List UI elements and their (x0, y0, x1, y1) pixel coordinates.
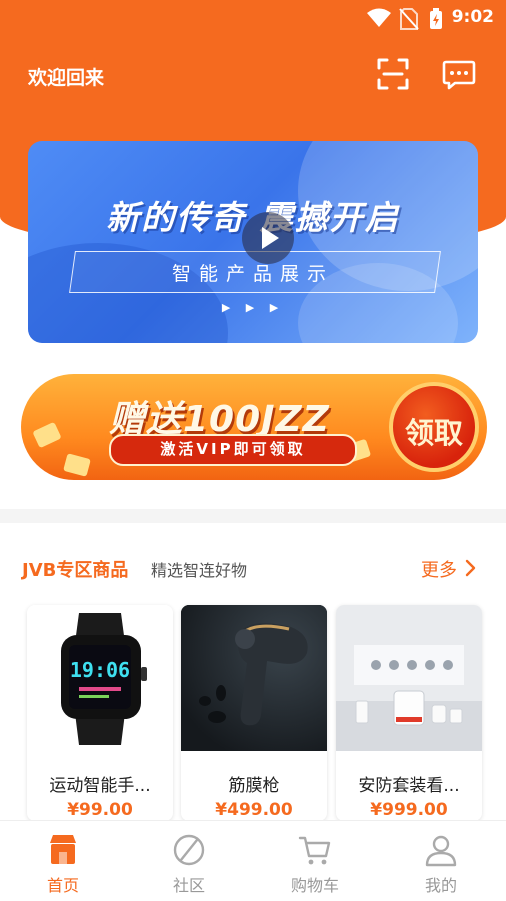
product-name: 运动智能手... (49, 776, 151, 796)
message-icon[interactable] (442, 57, 476, 91)
cart-icon (298, 836, 331, 865)
product-price: ¥499.00 (215, 800, 293, 820)
product-price: ¥99.00 (67, 800, 133, 820)
product-card[interactable]: 筋膜枪 ¥499.00 (181, 605, 327, 821)
status-bar: 9:02 (0, 0, 506, 36)
bottom-tab-bar: 首页 社区 购物车 我的 (0, 820, 506, 901)
svg-text:19:06: 19:06 (70, 658, 130, 682)
section-subtitle: 精选智连好物 (151, 561, 248, 580)
tab-label: 我的 (424, 876, 457, 895)
claim-button-label[interactable]: 领取 (389, 410, 479, 452)
product-price: ¥999.00 (370, 800, 448, 820)
coupon-decoration (63, 453, 91, 477)
product-image-smartwatch: 19:06 (27, 605, 173, 751)
home-shop-icon (50, 835, 76, 864)
tab-label: 首页 (46, 876, 79, 895)
battery-charging-icon (430, 8, 442, 29)
product-card[interactable]: 安防套装看... ¥999.00 (336, 605, 482, 821)
tab-community[interactable]: 社区 (126, 821, 252, 901)
vip-promo-banner[interactable]: 赠送100JZZ 激活VIP即可领取 领取 (21, 374, 487, 480)
more-link[interactable]: 更多 (421, 556, 457, 582)
no-sim-icon (399, 8, 419, 30)
profile-icon (425, 835, 457, 867)
tab-label: 社区 (172, 876, 205, 895)
banner-page-indicator: ▶ ▶ ▶ (221, 301, 285, 314)
product-image-massage-gun (181, 605, 327, 751)
community-icon (173, 834, 205, 866)
product-name: 安防套装看... (358, 776, 460, 796)
promo-subtitle: 激活VIP即可领取 (160, 440, 306, 458)
section-divider (0, 509, 506, 523)
product-image-security-kit (336, 605, 482, 751)
page-title: 欢迎回来 (28, 67, 105, 89)
tab-home[interactable]: 首页 (0, 821, 126, 901)
status-time: 9:02 (451, 7, 494, 27)
product-card[interactable]: 19:06 运动智能手... ¥99.00 (27, 605, 173, 821)
play-icon (262, 227, 279, 249)
coupon-decoration (32, 421, 62, 449)
play-button[interactable] (242, 212, 294, 264)
product-name: 筋膜枪 (228, 776, 280, 796)
tab-label: 购物车 (290, 876, 339, 895)
tab-profile[interactable]: 我的 (378, 821, 504, 901)
scan-icon[interactable] (376, 57, 410, 91)
chevron-right-icon[interactable] (462, 557, 478, 579)
tab-cart[interactable]: 购物车 (252, 821, 378, 901)
section-title: JVB专区商品 (22, 560, 129, 581)
wifi-icon (367, 8, 391, 27)
